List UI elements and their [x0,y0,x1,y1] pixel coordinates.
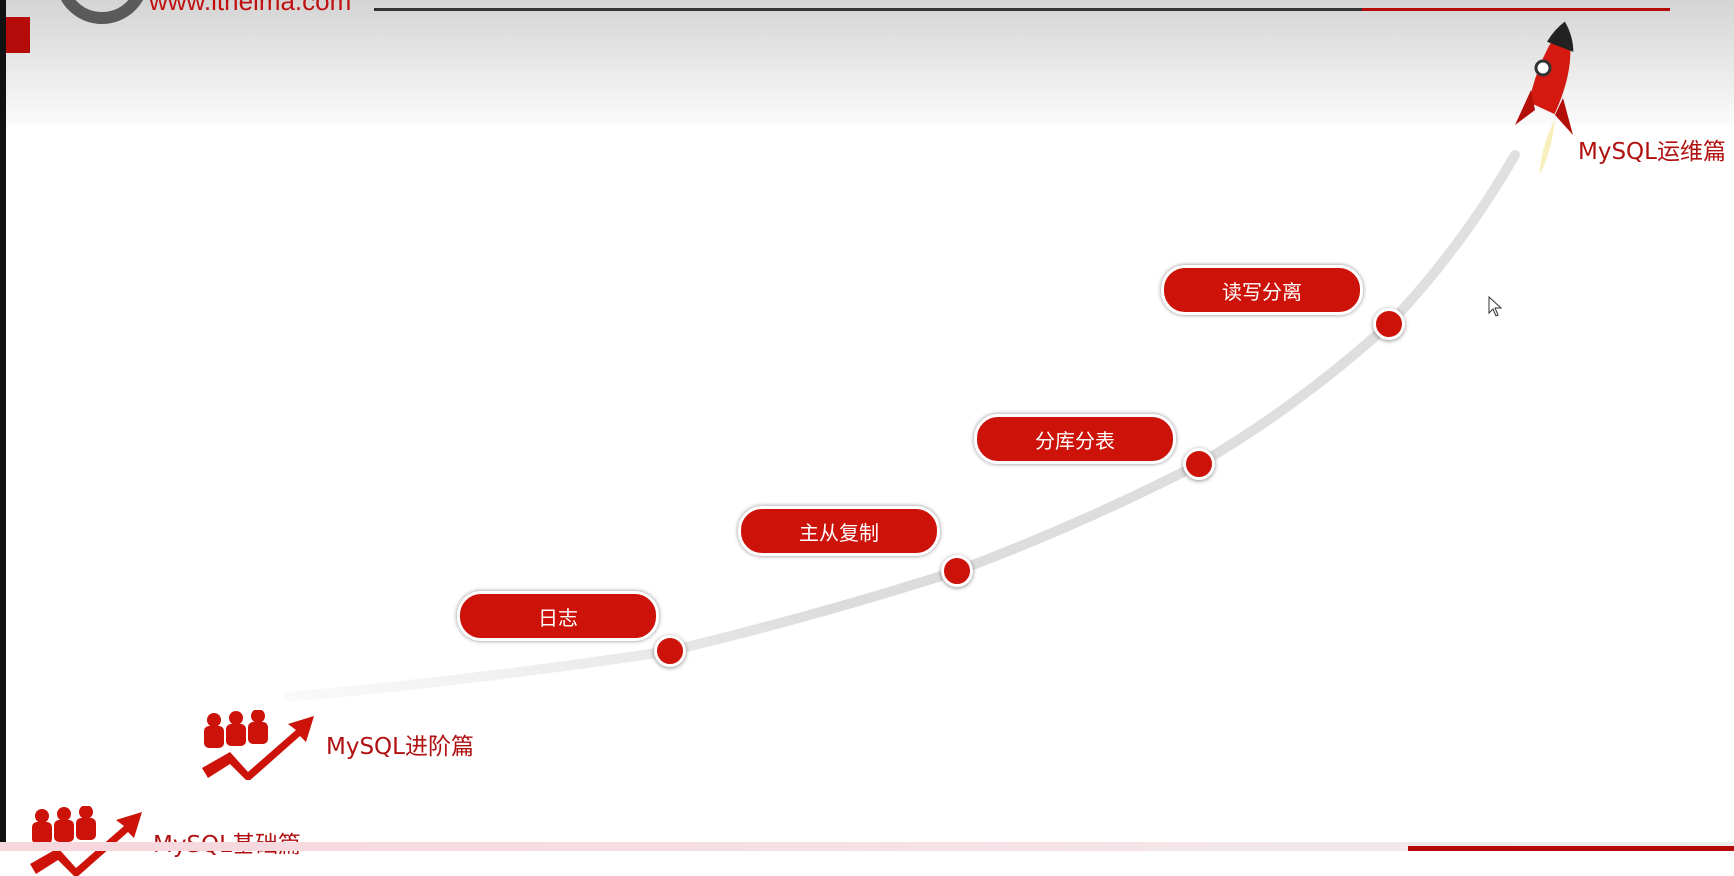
milestone-rw-split[interactable]: 读写分离 [1161,265,1363,315]
people-growth-arrow-icon [30,806,142,876]
people-growth-arrow-icon [202,710,314,780]
footer-accent [1408,846,1734,851]
milestone-dot-sharding[interactable] [1183,448,1215,480]
milestone-dot-rw-split[interactable] [1373,308,1405,340]
level-advanced: MySQL进阶篇 [326,734,474,760]
milestone-dot-replication[interactable] [941,555,973,587]
milestone-sharding[interactable]: 分库分表 [974,414,1176,464]
milestone-logs[interactable]: 日志 [457,591,659,641]
mouse-cursor-icon [1488,296,1503,317]
rocket-icon [1515,21,1574,175]
milestone-dot-logs[interactable] [654,635,686,667]
level-ops: MySQL运维篇 [1578,139,1726,165]
milestone-replication[interactable]: 主从复制 [738,506,940,556]
